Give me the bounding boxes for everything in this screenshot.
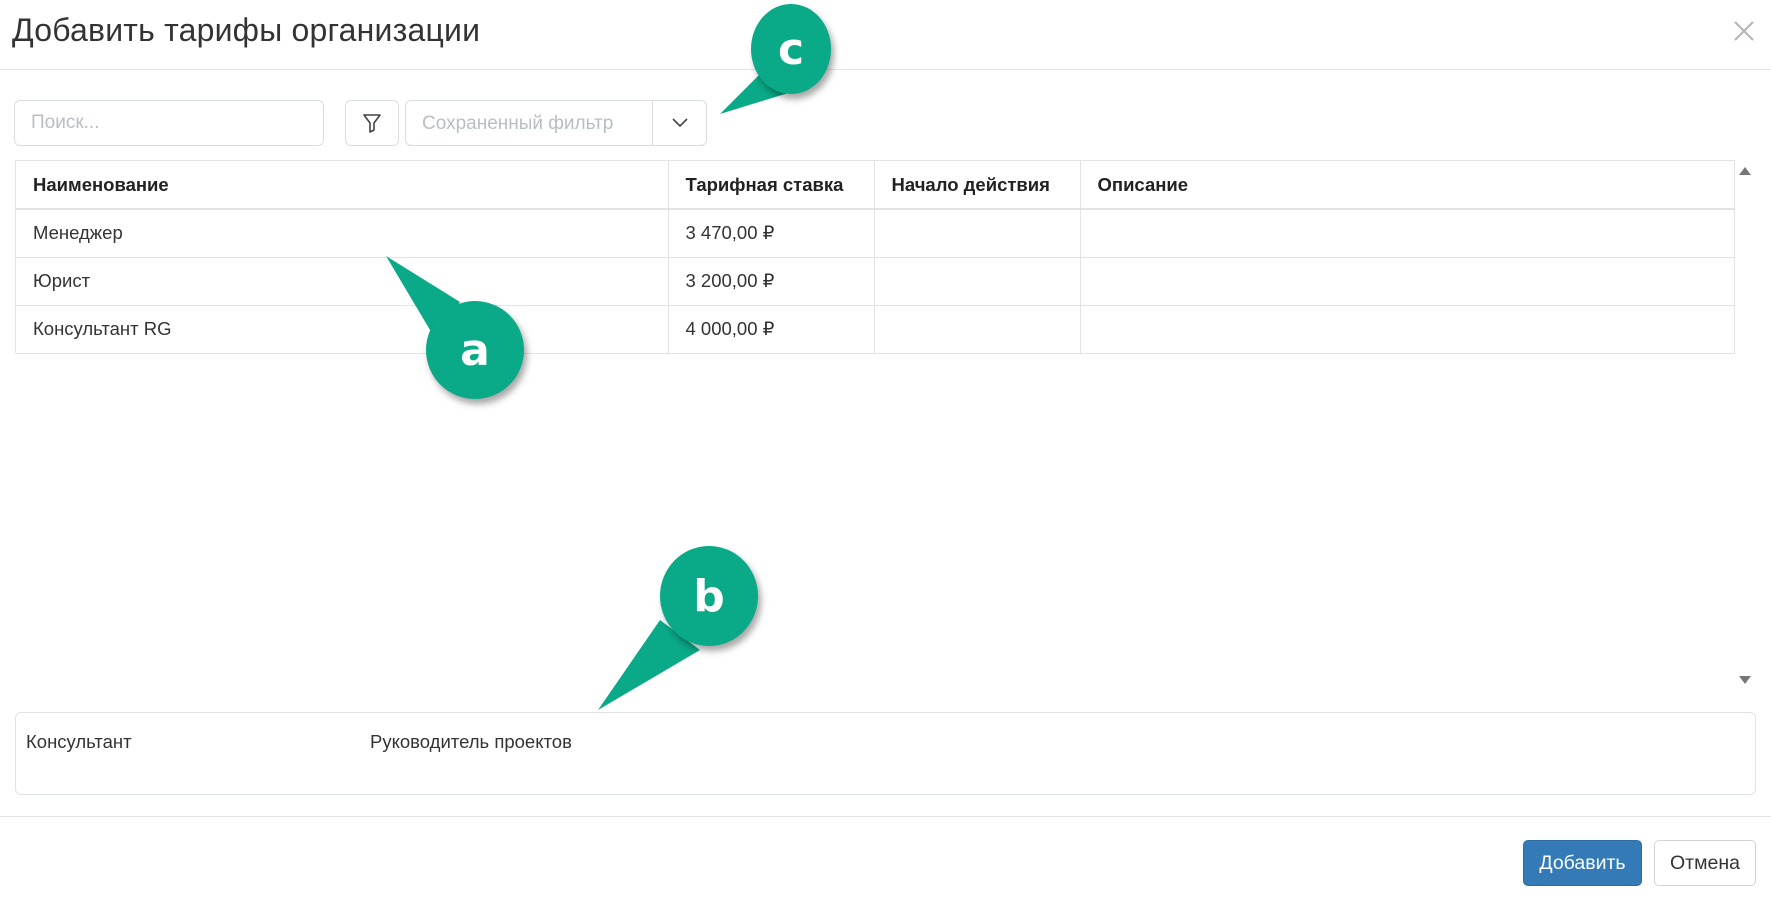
scroll-up-arrow[interactable] bbox=[1738, 164, 1752, 178]
column-header-description[interactable]: Описание bbox=[1080, 161, 1735, 210]
column-header-rate[interactable]: Тарифная ставка bbox=[668, 161, 875, 210]
column-header-name[interactable]: Наименование bbox=[16, 161, 669, 210]
search-input[interactable] bbox=[14, 100, 324, 146]
cell-start bbox=[874, 209, 1081, 258]
table-header-row: Наименование Тарифная ставка Начало дейс… bbox=[16, 161, 1735, 210]
selected-tariff-item[interactable]: Консультант bbox=[26, 731, 132, 753]
table-row[interactable]: Менеджер 3 470,00 ₽ bbox=[16, 209, 1735, 258]
chevron-down-icon bbox=[671, 118, 688, 128]
selected-tariff-item[interactable]: Руководитель проектов bbox=[370, 731, 572, 753]
table-row[interactable]: Консультант RG 4 000,00 ₽ bbox=[16, 305, 1735, 354]
column-header-start[interactable]: Начало действия bbox=[874, 161, 1081, 210]
cell-rate: 3 200,00 ₽ bbox=[668, 257, 875, 306]
cell-description bbox=[1080, 257, 1735, 306]
cell-description bbox=[1080, 305, 1735, 354]
filter-button[interactable] bbox=[345, 100, 399, 146]
close-button[interactable] bbox=[1731, 18, 1757, 44]
saved-filter-placeholder: Сохраненный фильтр bbox=[422, 113, 614, 134]
dialog-title: Добавить тарифы организации bbox=[12, 12, 481, 48]
cell-name: Консультант RG bbox=[16, 305, 669, 354]
cancel-button[interactable]: Отмена bbox=[1654, 840, 1756, 886]
dialog-header: Добавить тарифы организации bbox=[0, 0, 1771, 70]
cell-name: Менеджер bbox=[16, 209, 669, 258]
callout-badge-b: b bbox=[660, 546, 758, 646]
funnel-icon bbox=[363, 114, 381, 133]
selected-tariffs-area: Консультант Руководитель проектов bbox=[15, 712, 1756, 795]
saved-filter-dropdown-button[interactable] bbox=[652, 101, 706, 145]
cell-name: Юрист bbox=[16, 257, 669, 306]
dialog-footer: Добавить Отмена bbox=[0, 816, 1771, 898]
tariffs-grid: Наименование Тарифная ставка Начало дейс… bbox=[15, 160, 1735, 354]
cell-start bbox=[874, 257, 1081, 306]
tariffs-table: Наименование Тарифная ставка Начало дейс… bbox=[16, 161, 1735, 354]
saved-filter-select[interactable]: Сохраненный фильтр bbox=[405, 100, 707, 146]
scroll-down-arrow[interactable] bbox=[1738, 673, 1752, 687]
cell-start bbox=[874, 305, 1081, 354]
close-icon bbox=[1734, 21, 1754, 41]
cell-description bbox=[1080, 209, 1735, 258]
callout-badge-c: c bbox=[751, 4, 831, 94]
cell-rate: 3 470,00 ₽ bbox=[668, 209, 875, 258]
callout-badge-a: a bbox=[426, 301, 524, 399]
table-row[interactable]: Юрист 3 200,00 ₽ bbox=[16, 257, 1735, 306]
cell-rate: 4 000,00 ₽ bbox=[668, 305, 875, 354]
add-button[interactable]: Добавить bbox=[1523, 840, 1642, 886]
